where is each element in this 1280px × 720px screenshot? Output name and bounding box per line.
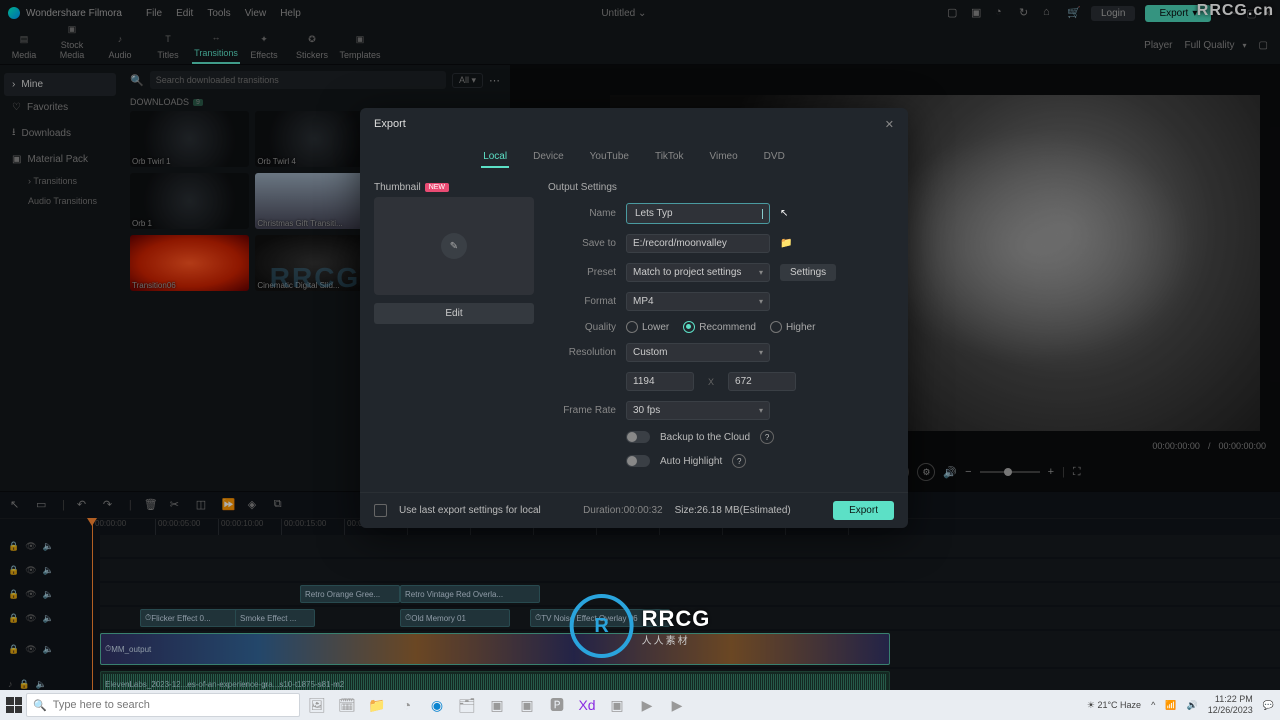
quality-lower-radio[interactable]: Lower: [626, 321, 669, 333]
taskbar-app-icon[interactable]: 🖼: [304, 692, 330, 718]
folder-icon[interactable]: 📁: [780, 238, 792, 249]
export-tab-local[interactable]: Local: [481, 147, 509, 168]
windows-taskbar: 🔍Type here to search 🖼 🗓 📁 ◔ ◉ 🗂 ▣ ▣ 🅿 X…: [0, 690, 1280, 720]
dialog-title: Export: [374, 118, 406, 131]
taskbar-app-icon[interactable]: 📁: [364, 692, 390, 718]
export-tab-tiktok[interactable]: TikTok: [653, 147, 686, 168]
preset-select[interactable]: Match to project settings▾: [626, 263, 770, 282]
res-width-input[interactable]: 1194: [626, 372, 694, 391]
export-tab-dvd[interactable]: DVD: [762, 147, 787, 168]
thumbnail-label: Thumbnail: [374, 182, 421, 193]
export-size: Size:26.18 MB(Estimated): [675, 505, 791, 516]
dialog-close-icon[interactable]: ✕: [885, 118, 894, 131]
tray-volume-icon[interactable]: 🔊: [1187, 700, 1198, 711]
pencil-icon: ✎: [441, 233, 467, 259]
framerate-label: Frame Rate: [548, 405, 616, 416]
preset-label: Preset: [548, 267, 616, 278]
name-input[interactable]: [626, 203, 770, 224]
preset-settings-button[interactable]: Settings: [780, 264, 836, 281]
tray-chevron-icon[interactable]: ^: [1151, 700, 1155, 710]
taskbar-app-icon[interactable]: 🗂: [454, 692, 480, 718]
start-button[interactable]: [6, 697, 22, 713]
taskbar-app-icon[interactable]: ▶: [634, 692, 660, 718]
auto-highlight-toggle[interactable]: [626, 455, 650, 467]
help-icon[interactable]: ?: [760, 430, 774, 444]
export-dialog: Export ✕ Local Device YouTube TikTok Vime…: [360, 108, 908, 528]
output-settings-header: Output Settings: [548, 182, 888, 193]
export-duration: Duration:00:00:32: [583, 505, 663, 516]
framerate-select[interactable]: 30 fps▾: [626, 401, 770, 420]
export-confirm-button[interactable]: Export: [833, 501, 894, 520]
thumbnail-preview[interactable]: ✎: [374, 197, 534, 295]
help-icon[interactable]: ?: [732, 454, 746, 468]
res-height-input[interactable]: 672: [728, 372, 796, 391]
export-tabs: Local Device YouTube TikTok Vimeo DVD: [360, 141, 908, 174]
export-tab-device[interactable]: Device: [531, 147, 566, 168]
weather-widget[interactable]: ☀ 21°C Haze: [1087, 700, 1141, 711]
resolution-label: Resolution: [548, 347, 616, 358]
auto-highlight-label: Auto Highlight: [660, 456, 722, 467]
saveto-input[interactable]: E:/record/moonvalley: [626, 234, 770, 253]
export-tab-vimeo[interactable]: Vimeo: [708, 147, 740, 168]
backup-toggle[interactable]: [626, 431, 650, 443]
saveto-label: Save to: [548, 238, 616, 249]
taskbar-app-icon[interactable]: Xd: [574, 692, 600, 718]
edit-thumbnail-button[interactable]: Edit: [374, 303, 534, 324]
taskbar-app-icon[interactable]: 🗓: [334, 692, 360, 718]
taskbar-app-icon[interactable]: ▶: [664, 692, 690, 718]
taskbar-app-icon[interactable]: ◔: [394, 692, 420, 718]
cursor-icon: ↖: [780, 208, 788, 219]
uselast-label: Use last export settings for local: [399, 505, 541, 516]
clock-date[interactable]: 12/26/2023: [1208, 705, 1253, 716]
new-badge: NEW: [425, 183, 449, 192]
quality-recommend-radio[interactable]: Recommend: [683, 321, 756, 333]
res-x-label: X: [708, 377, 714, 387]
tray-wifi-icon[interactable]: 📶: [1165, 700, 1176, 711]
taskbar-app-icon[interactable]: 🅿: [544, 692, 570, 718]
taskbar-app-icon[interactable]: ▣: [484, 692, 510, 718]
taskbar-app-icon[interactable]: ▣: [514, 692, 540, 718]
backup-label: Backup to the Cloud: [660, 432, 750, 443]
taskbar-edge-icon[interactable]: ◉: [424, 692, 450, 718]
notifications-tray-icon[interactable]: 💬: [1263, 700, 1274, 711]
quality-label: Quality: [548, 322, 616, 333]
format-select[interactable]: MP4▾: [626, 292, 770, 311]
resolution-select[interactable]: Custom▾: [626, 343, 770, 362]
clock-time[interactable]: 11:22 PM: [1208, 694, 1253, 705]
name-label: Name: [548, 208, 616, 219]
export-tab-youtube[interactable]: YouTube: [588, 147, 631, 168]
search-icon: 🔍: [33, 699, 47, 712]
taskbar-app-icon[interactable]: ▣: [604, 692, 630, 718]
taskbar-search[interactable]: 🔍Type here to search: [26, 693, 300, 717]
quality-higher-radio[interactable]: Higher: [770, 321, 815, 333]
uselast-checkbox[interactable]: [374, 504, 387, 517]
format-label: Format: [548, 296, 616, 307]
